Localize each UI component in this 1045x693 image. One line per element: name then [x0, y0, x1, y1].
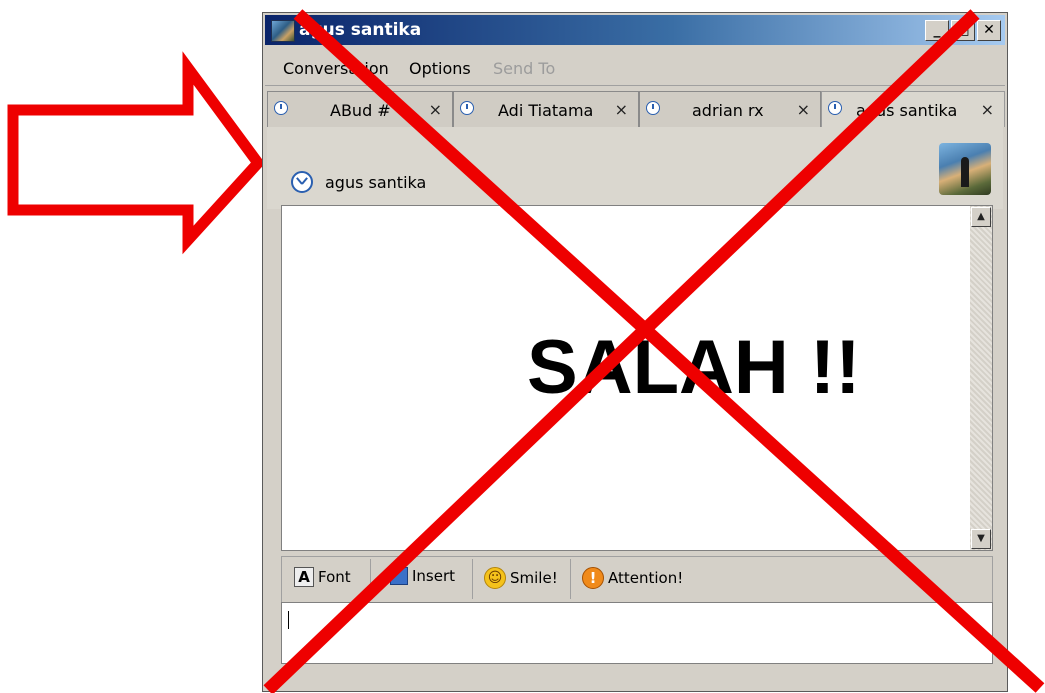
clock-icon: [646, 101, 660, 115]
font-button[interactable]: A Font: [294, 567, 351, 587]
close-icon[interactable]: ×: [981, 100, 994, 119]
message-history[interactable]: SALAH !! ▲ ▼: [281, 205, 993, 551]
font-label: Font: [318, 568, 351, 586]
history-scrollbar[interactable]: ▲ ▼: [970, 206, 992, 550]
close-button[interactable]: ✕: [977, 20, 1001, 41]
window-controls: _ □ ✕: [925, 20, 1001, 41]
window-avatar-icon: [271, 20, 295, 42]
buddy-name: agus santika: [325, 173, 427, 192]
close-icon[interactable]: ×: [797, 100, 810, 119]
minimize-button[interactable]: _: [925, 20, 949, 41]
smile-button[interactable]: ☺ Smile!: [484, 567, 558, 589]
close-icon[interactable]: ×: [615, 100, 628, 119]
attention-label: Attention!: [608, 569, 684, 587]
smile-label: Smile!: [510, 569, 558, 587]
toolbar-divider: [570, 559, 571, 599]
format-toolbar: A Font Insert ☺ Smile! ! Attention!: [281, 556, 993, 602]
tab-adi-tiatama[interactable]: Adi Tiatama ×: [453, 91, 639, 127]
chat-window: agus santika _ □ ✕ Conversation Options …: [262, 12, 1008, 692]
tab-label: agus santika: [856, 101, 958, 120]
clock-icon: [274, 101, 288, 115]
smile-icon: ☺: [484, 567, 506, 589]
salah-overlay-text: SALAH !!: [527, 325, 861, 410]
scroll-down-button[interactable]: ▼: [971, 529, 991, 549]
attention-icon: !: [582, 567, 604, 589]
tab-label: adrian rx: [692, 101, 764, 120]
menu-bar: Conversation Options Send To: [265, 51, 1005, 86]
attention-button[interactable]: ! Attention!: [582, 567, 683, 589]
title-bar[interactable]: agus santika _ □ ✕: [265, 15, 1005, 45]
conversation-header: agus santika: [267, 127, 1003, 209]
tab-label: ABud #: [330, 101, 391, 120]
arrow-annotation: [7, 51, 266, 255]
clock-icon: [828, 101, 842, 115]
clock-icon: [291, 171, 313, 193]
tab-adrian-rx[interactable]: adrian rx ×: [639, 91, 821, 127]
message-input[interactable]: [281, 602, 993, 664]
scroll-up-button[interactable]: ▲: [971, 207, 991, 227]
buddy-avatar[interactable]: [939, 143, 991, 195]
close-icon[interactable]: ×: [429, 100, 442, 119]
insert-button[interactable]: Insert: [390, 567, 455, 585]
menu-options[interactable]: Options: [409, 59, 471, 78]
insert-label: Insert: [412, 567, 456, 585]
clock-icon: [460, 101, 474, 115]
toolbar-divider: [472, 559, 473, 599]
tab-label: Adi Tiatama: [498, 101, 594, 120]
font-icon: A: [294, 567, 314, 587]
tab-agus-santika[interactable]: agus santika ×: [821, 91, 1005, 127]
tab-abud[interactable]: ABud # ×: [267, 91, 453, 127]
menu-conversation[interactable]: Conversation: [283, 59, 389, 78]
menu-send-to[interactable]: Send To: [493, 59, 555, 78]
window-title: agus santika: [299, 20, 422, 40]
toolbar-divider: [370, 559, 371, 599]
insert-icon: [390, 567, 408, 585]
tab-bar: ABud # × Adi Tiatama × adrian rx × agus …: [267, 91, 1005, 127]
maximize-button[interactable]: □: [951, 20, 975, 41]
text-cursor: [288, 611, 289, 629]
